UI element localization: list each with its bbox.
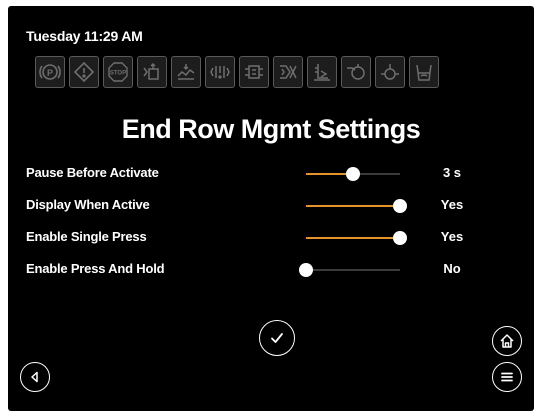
setting-value: Yes — [440, 197, 464, 212]
filter-restriction-icon — [273, 56, 303, 88]
stop-icon-text: STOP — [110, 71, 126, 77]
parking-brake-icon: P — [35, 56, 65, 88]
setting-label: Enable Single Press — [26, 229, 147, 244]
fluid-level-icon — [307, 56, 337, 88]
back-button[interactable] — [20, 362, 50, 392]
display-screen: Tuesday 11:29 AM P STOP End Row Mgmt Set… — [8, 6, 534, 411]
slider-track — [306, 269, 400, 271]
setting-value: 3 s — [442, 165, 462, 180]
temperature-icon — [375, 56, 405, 88]
setting-label: Pause Before Activate — [26, 165, 159, 180]
date-time: Tuesday 11:29 AM — [26, 28, 143, 44]
status-icon-bar: P STOP — [35, 56, 439, 92]
warning-icon — [69, 56, 99, 88]
hitch-icon — [137, 56, 167, 88]
enable-single-press-slider[interactable] — [306, 228, 407, 248]
slider-thumb[interactable] — [346, 167, 360, 181]
slider-thumb[interactable] — [393, 199, 407, 213]
setting-value: No — [443, 261, 461, 276]
menu-button[interactable] — [492, 362, 522, 392]
stop-icon: STOP — [103, 56, 133, 88]
confirm-button[interactable] — [259, 320, 295, 356]
slider-thumb[interactable] — [299, 263, 313, 277]
pause-before-activate-slider[interactable] — [306, 164, 400, 184]
setting-row-pause-before-activate: Pause Before Activate 3 s — [8, 162, 534, 186]
slider-thumb[interactable] — [393, 231, 407, 245]
engine-fault-icon — [205, 56, 235, 88]
home-button[interactable] — [492, 326, 522, 356]
steering-terrain-icon — [171, 56, 201, 88]
hydraulic-icon — [341, 56, 371, 88]
setting-label: Enable Press And Hold — [26, 261, 165, 276]
setting-row-enable-single-press: Enable Single Press Yes — [8, 226, 534, 250]
setting-value: Yes — [440, 229, 464, 244]
display-when-active-slider[interactable] — [306, 196, 407, 216]
slider-fill — [306, 237, 400, 239]
fuel-icon — [409, 56, 439, 88]
enable-press-and-hold-slider[interactable] — [299, 260, 400, 280]
setting-row-enable-press-and-hold: Enable Press And Hold No — [8, 258, 534, 282]
setting-row-display-when-active: Display When Active Yes — [8, 194, 534, 218]
setting-label: Display When Active — [26, 197, 150, 212]
menu-icon — [501, 372, 513, 382]
page-title: End Row Mgmt Settings — [121, 114, 421, 144]
home-icon — [500, 334, 514, 348]
slider-fill — [306, 205, 400, 207]
svg-text:P: P — [47, 68, 53, 78]
back-arrow-icon — [31, 371, 38, 383]
checkmark-icon — [271, 333, 283, 343]
transmission-icon — [239, 56, 269, 88]
